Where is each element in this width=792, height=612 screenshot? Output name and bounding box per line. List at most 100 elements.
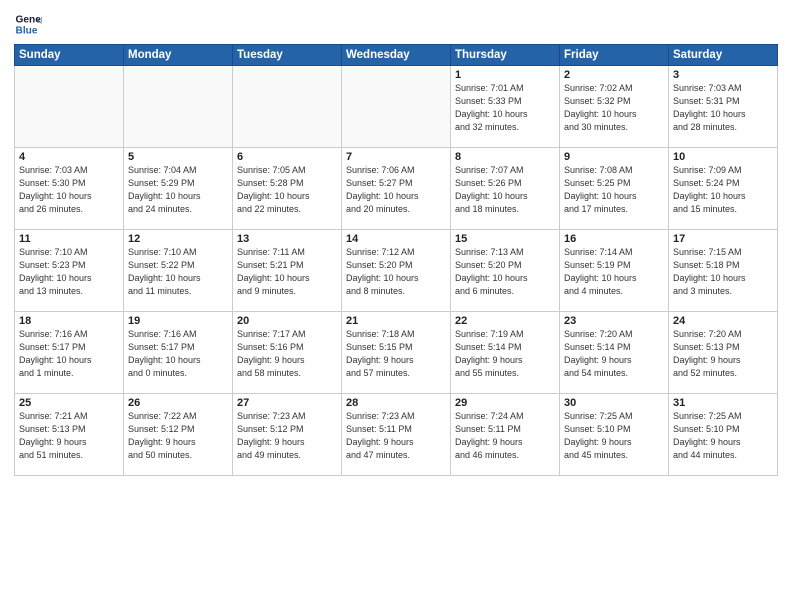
week-row-5: 25Sunrise: 7:21 AM Sunset: 5:13 PM Dayli… [15,394,778,476]
day-number: 7 [346,151,446,163]
calendar-cell: 5Sunrise: 7:04 AM Sunset: 5:29 PM Daylig… [124,148,233,230]
calendar-cell: 21Sunrise: 7:18 AM Sunset: 5:15 PM Dayli… [342,312,451,394]
calendar-cell: 20Sunrise: 7:17 AM Sunset: 5:16 PM Dayli… [233,312,342,394]
weekday-header-monday: Monday [124,45,233,66]
calendar-cell [124,66,233,148]
day-number: 28 [346,397,446,409]
weekday-header-sunday: Sunday [15,45,124,66]
calendar-cell: 23Sunrise: 7:20 AM Sunset: 5:14 PM Dayli… [560,312,669,394]
day-info: Sunrise: 7:23 AM Sunset: 5:11 PM Dayligh… [346,410,446,462]
calendar-cell: 30Sunrise: 7:25 AM Sunset: 5:10 PM Dayli… [560,394,669,476]
day-info: Sunrise: 7:02 AM Sunset: 5:32 PM Dayligh… [564,82,664,134]
calendar-cell: 4Sunrise: 7:03 AM Sunset: 5:30 PM Daylig… [15,148,124,230]
calendar-cell: 25Sunrise: 7:21 AM Sunset: 5:13 PM Dayli… [15,394,124,476]
day-info: Sunrise: 7:15 AM Sunset: 5:18 PM Dayligh… [673,246,773,298]
day-number: 24 [673,315,773,327]
calendar-cell: 26Sunrise: 7:22 AM Sunset: 5:12 PM Dayli… [124,394,233,476]
day-number: 17 [673,233,773,245]
day-info: Sunrise: 7:14 AM Sunset: 5:19 PM Dayligh… [564,246,664,298]
day-info: Sunrise: 7:17 AM Sunset: 5:16 PM Dayligh… [237,328,337,380]
day-number: 26 [128,397,228,409]
calendar-cell: 3Sunrise: 7:03 AM Sunset: 5:31 PM Daylig… [669,66,778,148]
day-number: 29 [455,397,555,409]
day-info: Sunrise: 7:13 AM Sunset: 5:20 PM Dayligh… [455,246,555,298]
weekday-header-saturday: Saturday [669,45,778,66]
day-number: 8 [455,151,555,163]
calendar-body: 1Sunrise: 7:01 AM Sunset: 5:33 PM Daylig… [15,66,778,476]
day-number: 14 [346,233,446,245]
calendar-cell: 12Sunrise: 7:10 AM Sunset: 5:22 PM Dayli… [124,230,233,312]
day-number: 20 [237,315,337,327]
calendar-cell: 29Sunrise: 7:24 AM Sunset: 5:11 PM Dayli… [451,394,560,476]
day-info: Sunrise: 7:20 AM Sunset: 5:13 PM Dayligh… [673,328,773,380]
calendar-cell: 27Sunrise: 7:23 AM Sunset: 5:12 PM Dayli… [233,394,342,476]
day-info: Sunrise: 7:10 AM Sunset: 5:23 PM Dayligh… [19,246,119,298]
day-info: Sunrise: 7:08 AM Sunset: 5:25 PM Dayligh… [564,164,664,216]
calendar-cell: 18Sunrise: 7:16 AM Sunset: 5:17 PM Dayli… [15,312,124,394]
weekday-header-row: SundayMondayTuesdayWednesdayThursdayFrid… [15,45,778,66]
day-number: 31 [673,397,773,409]
day-info: Sunrise: 7:23 AM Sunset: 5:12 PM Dayligh… [237,410,337,462]
calendar-cell: 8Sunrise: 7:07 AM Sunset: 5:26 PM Daylig… [451,148,560,230]
svg-text:Blue: Blue [16,25,38,36]
calendar-cell: 1Sunrise: 7:01 AM Sunset: 5:33 PM Daylig… [451,66,560,148]
day-info: Sunrise: 7:05 AM Sunset: 5:28 PM Dayligh… [237,164,337,216]
day-number: 5 [128,151,228,163]
day-info: Sunrise: 7:12 AM Sunset: 5:20 PM Dayligh… [346,246,446,298]
day-number: 11 [19,233,119,245]
day-number: 23 [564,315,664,327]
calendar-cell: 7Sunrise: 7:06 AM Sunset: 5:27 PM Daylig… [342,148,451,230]
calendar-cell [233,66,342,148]
day-info: Sunrise: 7:10 AM Sunset: 5:22 PM Dayligh… [128,246,228,298]
day-info: Sunrise: 7:06 AM Sunset: 5:27 PM Dayligh… [346,164,446,216]
calendar-cell: 13Sunrise: 7:11 AM Sunset: 5:21 PM Dayli… [233,230,342,312]
day-number: 12 [128,233,228,245]
day-info: Sunrise: 7:19 AM Sunset: 5:14 PM Dayligh… [455,328,555,380]
day-info: Sunrise: 7:16 AM Sunset: 5:17 PM Dayligh… [128,328,228,380]
day-number: 30 [564,397,664,409]
calendar-cell: 2Sunrise: 7:02 AM Sunset: 5:32 PM Daylig… [560,66,669,148]
calendar-cell: 28Sunrise: 7:23 AM Sunset: 5:11 PM Dayli… [342,394,451,476]
weekday-header-tuesday: Tuesday [233,45,342,66]
day-info: Sunrise: 7:07 AM Sunset: 5:26 PM Dayligh… [455,164,555,216]
day-number: 15 [455,233,555,245]
weekday-header-wednesday: Wednesday [342,45,451,66]
day-info: Sunrise: 7:11 AM Sunset: 5:21 PM Dayligh… [237,246,337,298]
day-info: Sunrise: 7:22 AM Sunset: 5:12 PM Dayligh… [128,410,228,462]
day-info: Sunrise: 7:24 AM Sunset: 5:11 PM Dayligh… [455,410,555,462]
day-number: 18 [19,315,119,327]
calendar-cell: 16Sunrise: 7:14 AM Sunset: 5:19 PM Dayli… [560,230,669,312]
calendar-cell: 11Sunrise: 7:10 AM Sunset: 5:23 PM Dayli… [15,230,124,312]
calendar-cell: 15Sunrise: 7:13 AM Sunset: 5:20 PM Dayli… [451,230,560,312]
calendar-cell: 17Sunrise: 7:15 AM Sunset: 5:18 PM Dayli… [669,230,778,312]
day-info: Sunrise: 7:21 AM Sunset: 5:13 PM Dayligh… [19,410,119,462]
calendar-cell: 9Sunrise: 7:08 AM Sunset: 5:25 PM Daylig… [560,148,669,230]
calendar-cell: 19Sunrise: 7:16 AM Sunset: 5:17 PM Dayli… [124,312,233,394]
day-number: 3 [673,69,773,81]
day-number: 10 [673,151,773,163]
day-info: Sunrise: 7:16 AM Sunset: 5:17 PM Dayligh… [19,328,119,380]
calendar-cell: 6Sunrise: 7:05 AM Sunset: 5:28 PM Daylig… [233,148,342,230]
calendar-cell: 10Sunrise: 7:09 AM Sunset: 5:24 PM Dayli… [669,148,778,230]
day-info: Sunrise: 7:01 AM Sunset: 5:33 PM Dayligh… [455,82,555,134]
day-info: Sunrise: 7:18 AM Sunset: 5:15 PM Dayligh… [346,328,446,380]
day-info: Sunrise: 7:03 AM Sunset: 5:30 PM Dayligh… [19,164,119,216]
week-row-4: 18Sunrise: 7:16 AM Sunset: 5:17 PM Dayli… [15,312,778,394]
header: General Blue [14,10,778,38]
logo: General Blue [14,10,42,38]
day-number: 27 [237,397,337,409]
weekday-header-friday: Friday [560,45,669,66]
day-info: Sunrise: 7:20 AM Sunset: 5:14 PM Dayligh… [564,328,664,380]
day-number: 13 [237,233,337,245]
day-number: 19 [128,315,228,327]
calendar-cell: 22Sunrise: 7:19 AM Sunset: 5:14 PM Dayli… [451,312,560,394]
calendar-table: SundayMondayTuesdayWednesdayThursdayFrid… [14,44,778,476]
day-number: 16 [564,233,664,245]
day-number: 9 [564,151,664,163]
day-number: 22 [455,315,555,327]
day-number: 6 [237,151,337,163]
week-row-3: 11Sunrise: 7:10 AM Sunset: 5:23 PM Dayli… [15,230,778,312]
week-row-2: 4Sunrise: 7:03 AM Sunset: 5:30 PM Daylig… [15,148,778,230]
day-info: Sunrise: 7:04 AM Sunset: 5:29 PM Dayligh… [128,164,228,216]
calendar-cell: 31Sunrise: 7:25 AM Sunset: 5:10 PM Dayli… [669,394,778,476]
